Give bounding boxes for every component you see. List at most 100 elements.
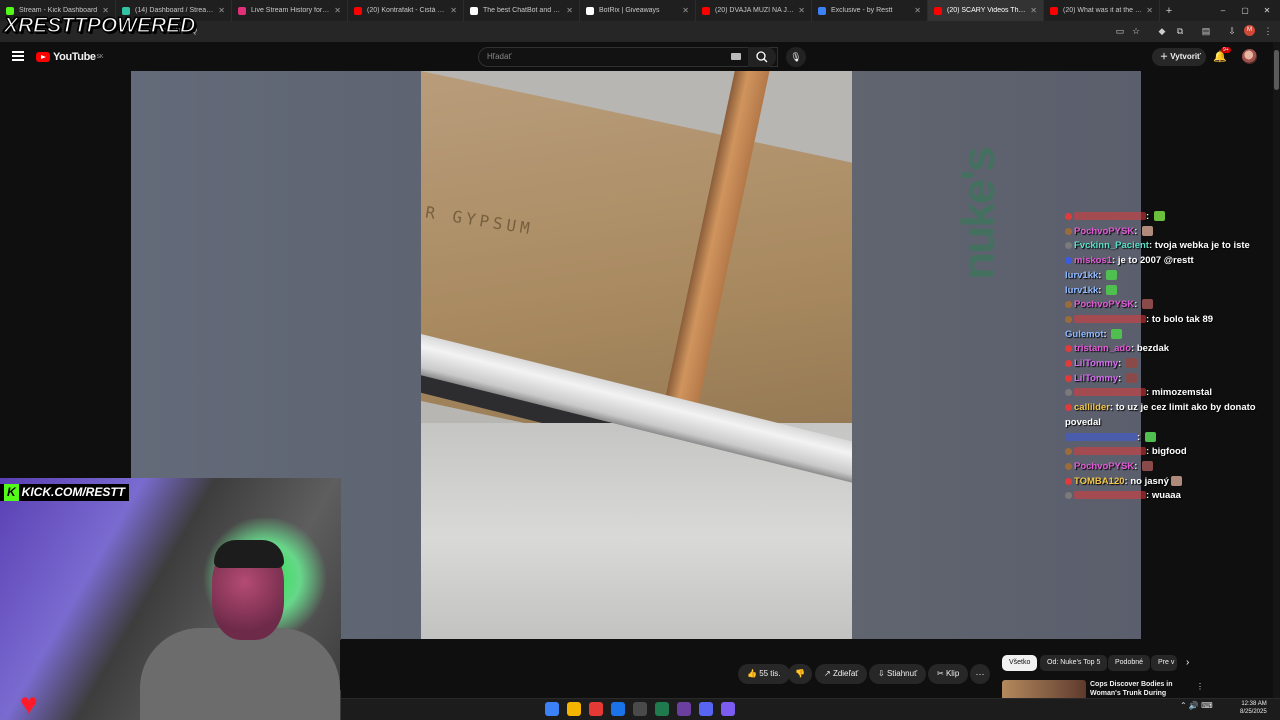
- taskbar-app-icon[interactable]: [633, 702, 647, 716]
- browser-tab[interactable]: The best ChatBot and Widgets ✕: [464, 0, 580, 21]
- taskbar-app-icon[interactable]: [611, 702, 625, 716]
- tab-close-icon[interactable]: ✕: [914, 6, 921, 15]
- chat-emote-icon: [1111, 328, 1123, 339]
- tab-favicon-icon: [354, 6, 362, 15]
- like-button[interactable]: 👍 55 tis.: [738, 664, 790, 684]
- chat-message: :: [1065, 431, 1275, 446]
- chip-similar[interactable]: Podobné: [1108, 655, 1151, 671]
- taskbar-app-icon[interactable]: [655, 702, 669, 716]
- tab-close-icon[interactable]: ✕: [1030, 6, 1037, 15]
- browser-tab[interactable]: (20) What was it at the Santa ✕: [1044, 0, 1160, 21]
- download-button[interactable]: ⇩ Stiahnuť: [869, 664, 927, 684]
- dislike-button[interactable]: 👎: [788, 664, 812, 684]
- webcam-person-hair: [214, 540, 284, 568]
- clock-time: 12:38 AM: [1241, 701, 1267, 707]
- maximize-icon[interactable]: ▢: [1234, 0, 1256, 21]
- tab-close-icon[interactable]: ✕: [218, 6, 225, 15]
- browser-menu-icon[interactable]: ⋮: [1262, 25, 1274, 37]
- taskbar-app-icon[interactable]: [589, 702, 603, 716]
- browser-tab[interactable]: (20) Kontrafakt - Čistá Duša ✕: [348, 0, 464, 21]
- kick-channel-banner: K KICK.COM/RESTT: [0, 484, 130, 501]
- tab-close-icon[interactable]: ✕: [450, 6, 457, 15]
- tab-title: Stream - Kick Dashboard: [19, 7, 98, 14]
- system-tray-icons[interactable]: ⌃ 🔊 ⌨: [1180, 701, 1213, 710]
- chat-message: lurv1kk:: [1065, 284, 1275, 299]
- tab-close-icon[interactable]: ✕: [798, 6, 805, 15]
- minimize-icon[interactable]: –: [1212, 0, 1234, 21]
- tab-favicon-icon: [238, 6, 246, 15]
- chat-username: Gulemot: [1065, 328, 1104, 340]
- chat-text: bigfood: [1151, 446, 1187, 458]
- chat-separator: :: [1146, 211, 1152, 222]
- create-button[interactable]: ＋ Vytvoriť: [1152, 48, 1206, 66]
- account-avatar[interactable]: [1242, 49, 1257, 64]
- tab-title: (20) SCARY Videos That W: [947, 7, 1027, 14]
- chip-from-channel[interactable]: Od: Nuke's Top 5: [1040, 655, 1108, 671]
- scrollbar-thumb[interactable]: [1274, 50, 1279, 90]
- chat-username: callilder: [1074, 402, 1110, 414]
- like-count: 55 tis.: [759, 669, 781, 678]
- tab-title: (14) Dashboard / Streamlabs: [135, 7, 214, 14]
- stream-brand-logo: XRESTTPOWERED: [3, 13, 196, 37]
- extension-icon[interactable]: ◆: [1156, 25, 1168, 37]
- system-clock[interactable]: 12:38 AM 8/25/2025: [1240, 700, 1267, 716]
- download-icon[interactable]: ⇩: [1226, 25, 1238, 37]
- chat-username: [1074, 314, 1146, 323]
- taskbar-app-icon[interactable]: [721, 702, 735, 716]
- browser-tab[interactable]: BotRix | Giveaways ✕: [580, 0, 696, 21]
- chat-username: TOMBA120: [1074, 475, 1125, 487]
- chat-message: TOMBA120: no jasný: [1065, 475, 1275, 490]
- chat-emote-icon: [1142, 225, 1153, 236]
- related-more-icon[interactable]: ⋮: [1196, 682, 1204, 691]
- keyboard-icon[interactable]: [731, 53, 741, 60]
- cast-icon[interactable]: ▭: [1114, 25, 1126, 37]
- chat-emote-icon: [1125, 372, 1137, 383]
- tab-close-icon[interactable]: ✕: [566, 6, 573, 15]
- chat-message: LilTommy:: [1065, 372, 1275, 387]
- chat-username: tristann_ado: [1074, 343, 1132, 355]
- windows-taskbar: [341, 698, 1280, 720]
- share-button[interactable]: ↗ Zdieľať: [815, 664, 868, 684]
- chevron-right-icon[interactable]: ›: [1186, 657, 1189, 668]
- browser-tab[interactable]: Exclusive - by Restt ✕: [812, 0, 928, 21]
- search-button[interactable]: [748, 47, 776, 67]
- windows-start-icon[interactable]: [545, 702, 559, 716]
- browser-tab[interactable]: Live Stream History for Blerp✕: [232, 0, 348, 21]
- chip-all[interactable]: Všetko: [1002, 655, 1038, 671]
- taskbar-app-icon[interactable]: [677, 702, 691, 716]
- taskbar-app-icon[interactable]: [567, 702, 581, 716]
- tab-title: Live Stream History for Blerp: [251, 7, 331, 14]
- more-actions-button[interactable]: ···: [970, 664, 990, 684]
- hamburger-menu-icon[interactable]: [12, 51, 24, 61]
- close-window-icon[interactable]: ✕: [1256, 0, 1278, 21]
- clip-button[interactable]: ✂ Klip: [928, 664, 969, 684]
- puzzle-icon[interactable]: ⧉: [1174, 25, 1186, 37]
- taskbar-app-icon[interactable]: [699, 702, 713, 716]
- chat-username: [1074, 388, 1146, 397]
- profile-icon[interactable]: M: [1244, 25, 1255, 36]
- related-video-thumbnail[interactable]: [1002, 680, 1086, 700]
- tab-close-icon[interactable]: ✕: [334, 6, 341, 15]
- voice-search-mic-icon[interactable]: 🎙: [786, 47, 806, 67]
- channel-watermark: nuke's: [952, 148, 1004, 280]
- tab-title: Exclusive - by Restt: [831, 7, 893, 14]
- tab-close-icon[interactable]: ✕: [1146, 6, 1153, 15]
- chat-separator: :: [1118, 358, 1124, 370]
- video-frame[interactable]: R GYPSUM: [421, 71, 852, 639]
- tab-close-icon[interactable]: ✕: [682, 6, 689, 15]
- share-label: Zdieľať: [832, 669, 859, 678]
- bookmark-star-icon[interactable]: ☆: [1130, 25, 1142, 37]
- new-tab-button[interactable]: +: [1160, 5, 1178, 17]
- chat-message: : wuaaa: [1065, 489, 1275, 504]
- browser-tab[interactable]: (20) SCARY Videos That W ✕: [928, 0, 1044, 21]
- kick-channel-url: KICK.COM/RESTT: [21, 485, 126, 499]
- page-scrollbar[interactable]: [1273, 42, 1280, 698]
- chat-badge-icon: [1065, 315, 1072, 323]
- browser-tab[interactable]: (20) DVAJA MUŽI NA JEDNOM ✕: [696, 0, 812, 21]
- sidebar-icon[interactable]: ▤: [1200, 25, 1212, 37]
- chip-for-you[interactable]: Pre v: [1151, 655, 1177, 671]
- youtube-logo[interactable]: YouTube SK: [36, 51, 103, 63]
- tab-favicon-icon: [818, 6, 826, 15]
- tab-favicon-icon: [934, 6, 942, 15]
- chat-text: tvoja webka je to iste: [1154, 240, 1250, 252]
